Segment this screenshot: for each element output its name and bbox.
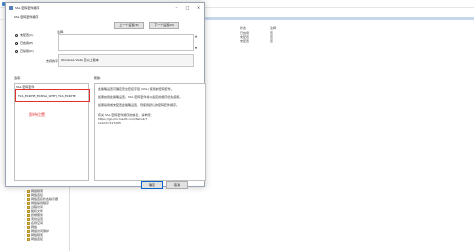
radio-not-configured[interactable]: 未配置(C) xyxy=(15,33,33,37)
scroll-down-icon[interactable]: ▼ xyxy=(194,46,198,50)
minimize-icon[interactable]: – xyxy=(173,5,180,10)
help-text-line: 如果禁用或未配置此策略设置，则使用默认的密码套件顺序。 xyxy=(98,103,180,107)
dialog-titlebar: SSL 密码套件顺序 – □ × xyxy=(6,3,204,12)
cipher-suite-input[interactable]: TLS_ECDHE_ECDSA_WITH_TLS_ECDHE xyxy=(18,94,75,98)
list-col-state[interactable]: 状态 xyxy=(240,26,270,30)
list-row[interactable]: 未配置 否 xyxy=(205,39,305,43)
policy-icon xyxy=(9,6,13,10)
list-header-row: 状态 注释 xyxy=(205,26,305,30)
list-col-name xyxy=(205,26,240,30)
options-label: 选项: xyxy=(14,76,22,80)
supported-platforms-value: Windows Vista 及以上版本 xyxy=(61,58,99,62)
scroll-up-icon[interactable]: ▲ xyxy=(194,34,198,38)
cancel-button[interactable]: 取消 xyxy=(166,181,188,189)
ok-button[interactable]: 确定 xyxy=(141,181,163,189)
next-setting-button[interactable]: 下一个设置(N) xyxy=(149,22,179,29)
help-text-line: 如果启用此策略设置，SSL 密码套件将以指定的顺序优先使用。 xyxy=(98,95,183,99)
annotation-note: 即待位置 xyxy=(29,112,45,117)
close-icon[interactable]: × xyxy=(195,5,202,10)
chevron-right-icon[interactable]: › xyxy=(24,237,26,241)
tree-item[interactable]: › 网络连接 xyxy=(24,237,43,241)
details-pane xyxy=(205,20,474,251)
help-link[interactable]: LinkId=517265 xyxy=(98,121,121,125)
maximize-icon[interactable]: □ xyxy=(184,5,191,10)
dialog-title: SSL 密码套件顺序 xyxy=(15,6,40,10)
policy-setting-dialog: SSL 密码套件顺序 – □ × SSL 密码套件顺序 上一个设置(P) 下一个… xyxy=(5,2,206,189)
radio-enabled[interactable]: 已启用(E) xyxy=(15,41,33,45)
help-label: 帮助: xyxy=(94,76,102,80)
folder-icon xyxy=(27,237,30,241)
help-text-line: 此策略设置可确定安全套接字层 (SSL) 使用的密码套件。 xyxy=(98,87,174,91)
radio-icon[interactable] xyxy=(15,33,18,37)
list-col-note[interactable]: 注释 xyxy=(270,26,276,30)
section-title: SSL 密码套件顺序 xyxy=(14,15,39,19)
radio-icon[interactable] xyxy=(15,49,18,53)
radio-disabled[interactable]: 已禁用(D) xyxy=(15,49,34,53)
previous-setting-button[interactable]: 上一个设置(P) xyxy=(114,22,144,29)
radio-selected-icon[interactable] xyxy=(15,41,18,45)
comment-textarea[interactable] xyxy=(58,34,194,51)
